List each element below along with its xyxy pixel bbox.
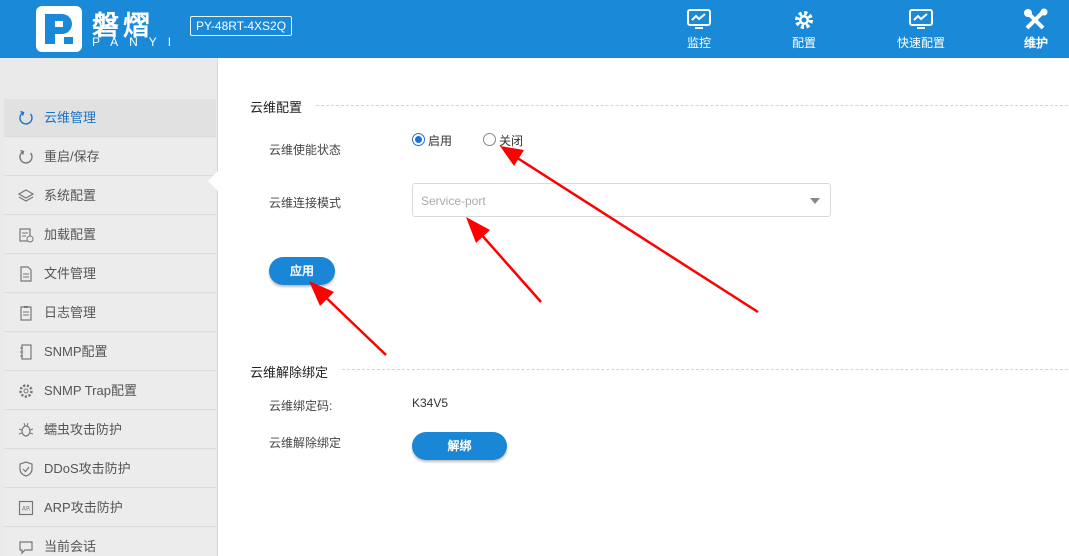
sidebar-item-label: ARP攻击防护 (44, 500, 123, 515)
section-divider (316, 105, 1068, 106)
nav-monitor-label: 监控 (686, 36, 711, 50)
brand-name-en: PANYI (92, 35, 183, 49)
apply-button[interactable]: 应用 (269, 257, 335, 285)
connection-mode-label: 云维连接模式 (269, 196, 342, 210)
sidebar-item-label: 文件管理 (44, 266, 97, 281)
unbind-label: 云维解除绑定 (269, 436, 342, 450)
chevron-down-icon (810, 198, 820, 204)
nav-quick-config[interactable]: 快速配置 (893, 0, 949, 58)
connection-mode-value: Service-port (421, 194, 486, 208)
tools-icon (1024, 8, 1048, 30)
nav-maintenance-label: 维护 (1023, 36, 1048, 50)
quick-config-icon (909, 9, 933, 29)
sidebar-item-label: 加载配置 (44, 227, 97, 242)
sidebar-item-worm-protection[interactable]: 蠕虫攻击防护 (4, 411, 216, 449)
sidebar-item-log-management[interactable]: 日志管理 (4, 294, 216, 332)
radio-disable[interactable] (483, 133, 496, 146)
refresh-icon (19, 110, 33, 125)
sidebar-item-label: 重启/保存 (44, 149, 100, 164)
active-item-pointer (208, 170, 219, 192)
monitor-icon (687, 9, 711, 29)
radio-disable-label: 关闭 (499, 134, 524, 148)
nav-maintenance[interactable]: 维护 (1020, 0, 1052, 58)
unbind-section-title: 云维解除绑定 (250, 365, 329, 380)
nav-quick-config-label: 快速配置 (896, 36, 945, 50)
gear-icon (795, 11, 813, 29)
sidebar-item-label: SNMP配置 (44, 344, 108, 359)
bind-code-value: K34V5 (412, 396, 449, 410)
sidebar-item-ddos-protection[interactable]: DDoS攻击防护 (4, 450, 216, 488)
file-icon (20, 266, 32, 282)
logo-p-icon (45, 14, 73, 44)
sidebar-item-arp-protection[interactable]: AR ARP攻击防护 (4, 489, 216, 527)
sidebar-item-snmp-config[interactable]: SNMP配置 (4, 333, 216, 371)
sidebar: 云维管理 重启/保存 系统配置 加载配置 文件管理 日志管理 SNMP配置 SN… (0, 58, 219, 556)
shield-icon (19, 461, 33, 477)
nav-monitor[interactable]: 监控 (680, 0, 718, 58)
sidebar-item-cloud-management[interactable]: 云维管理 (4, 99, 216, 137)
annotation-arrow-line (471, 223, 542, 303)
radio-enable[interactable] (412, 133, 425, 146)
load-config-icon (19, 228, 34, 243)
sidebar-item-label: 当前会话 (44, 539, 97, 554)
annotation-arrow-line (507, 150, 759, 314)
device-model: PY-48RT-4XS2Q (190, 16, 293, 36)
arp-icon: AR (18, 500, 34, 516)
brand-logo (36, 6, 82, 52)
sidebar-item-snmp-trap-config[interactable]: SNMP Trap配置 (4, 372, 216, 410)
annotation-arrow-line (315, 287, 387, 356)
nav-config[interactable]: 配置 (785, 0, 823, 58)
log-icon (20, 306, 32, 321)
restart-icon (19, 149, 33, 164)
sidebar-item-label: 日志管理 (44, 305, 97, 320)
sidebar-item-load-config[interactable]: 加载配置 (4, 216, 216, 254)
sidebar-item-label: 系统配置 (44, 188, 97, 203)
nav-config-label: 配置 (791, 36, 816, 50)
sidebar-item-label: SNMP Trap配置 (44, 383, 137, 398)
sidebar-item-system-config[interactable]: 系统配置 (4, 177, 216, 215)
annotation-arrowhead (466, 217, 490, 243)
sidebar-item-file-management[interactable]: 文件管理 (4, 255, 216, 293)
sidebar-item-label: DDoS攻击防护 (44, 461, 131, 476)
unbind-button[interactable]: 解绑 (412, 432, 507, 460)
sidebar-item-label: 云维管理 (44, 110, 97, 125)
top-header: 磐熠 PANYI PY-48RT-4XS2Q 监控 配置 快速配置 维护 (0, 0, 1069, 58)
svg-text:AR: AR (22, 506, 30, 513)
sidebar-item-label: 蠕虫攻击防护 (44, 422, 123, 437)
snmp-icon (20, 344, 32, 360)
annotation-arrowhead (500, 146, 524, 166)
radio-enable-label: 启用 (428, 134, 453, 148)
session-icon (19, 541, 33, 555)
sidebar-item-current-session[interactable]: 当前会话 (4, 528, 216, 556)
section-divider (342, 369, 1068, 370)
settings-icon (19, 384, 33, 398)
bug-icon (18, 422, 34, 437)
layers-icon (18, 189, 34, 202)
cloud-config-section-title: 云维配置 (250, 100, 303, 115)
sidebar-item-restart-save[interactable]: 重启/保存 (4, 138, 216, 176)
connection-mode-select[interactable]: Service-port (412, 183, 831, 217)
enable-status-label: 云维使能状态 (269, 143, 342, 157)
bind-code-label: 云维绑定码: (269, 399, 333, 413)
